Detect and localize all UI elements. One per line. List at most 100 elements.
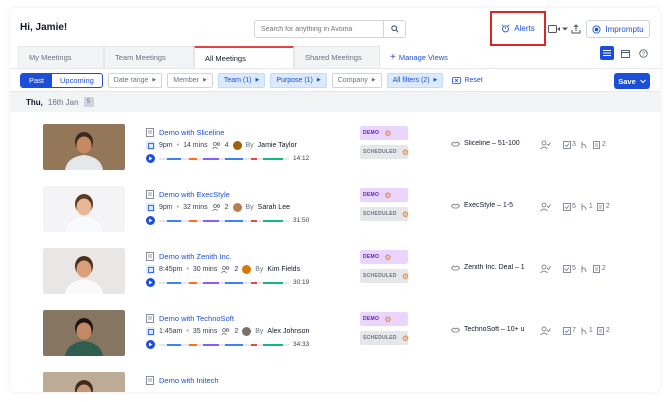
list-view-button[interactable]: [600, 46, 614, 60]
upload-button[interactable]: [570, 22, 582, 36]
member-filter[interactable]: Member ▶: [167, 72, 213, 88]
timeline-track[interactable]: [159, 343, 289, 346]
notes-stat[interactable]: 2: [593, 264, 606, 273]
play-button[interactable]: [146, 340, 155, 349]
scheduled-tag[interactable]: SCHEDULED ⚙: [360, 331, 410, 345]
meeting-row[interactable]: Demo with Zenith Inc. 8:45pm • 30 mins 2…: [10, 236, 660, 298]
all-filters-button[interactable]: All filters (2) ▶: [386, 72, 444, 88]
separator-dot: •: [186, 266, 189, 273]
save-button[interactable]: Save: [614, 73, 650, 89]
meeting-title[interactable]: Demo with Initech: [159, 376, 219, 385]
team-filter[interactable]: Team (1) ▶: [217, 72, 266, 88]
date-range-filter[interactable]: Date range ▶: [107, 72, 163, 88]
timeline-track[interactable]: [159, 219, 289, 222]
notes-stat[interactable]: 2: [593, 140, 606, 149]
host-avatar: [232, 203, 242, 212]
search-box[interactable]: [254, 20, 406, 38]
meeting-title[interactable]: Demo with ExecStyle: [159, 190, 230, 199]
scheduled-tag-label: SCHEDULED: [363, 335, 397, 341]
deal-link[interactable]: ExecStyle – 1-5: [451, 202, 533, 209]
meeting-title[interactable]: Demo with TechnoSoft: [159, 314, 234, 323]
recording-timeline: 31:50: [146, 216, 309, 225]
scheduled-tag[interactable]: SCHEDULED ⚙: [360, 207, 409, 221]
notes-stat[interactable]: 2: [596, 326, 610, 335]
meeting-title-row: Demo with Sliceline: [146, 128, 224, 137]
date-group-header: Thu, 16th Jan 5: [10, 92, 660, 112]
tab-all-meetings[interactable]: All Meetings: [194, 46, 294, 68]
company-filter[interactable]: Company ▶: [331, 72, 382, 88]
tab-my-meetings[interactable]: My Meetings: [18, 46, 104, 68]
notes-stat[interactable]: 2: [596, 202, 610, 211]
purpose-filter[interactable]: Purpose (1) ▶: [270, 72, 327, 88]
calendar-icon: [146, 203, 155, 212]
notes-count: 2: [601, 265, 606, 272]
help-button[interactable]: ?: [636, 46, 650, 60]
filter-bar: Past Upcoming Date range ▶ Member ▶ Team (…: [10, 68, 660, 92]
tasks-stat[interactable]: 5: [563, 202, 576, 211]
deal-link[interactable]: Zenith Inc. Deal – 1: [451, 264, 533, 271]
manage-views-button[interactable]: + Manage Views: [380, 46, 448, 68]
play-button[interactable]: [146, 278, 155, 287]
play-button[interactable]: [146, 154, 155, 163]
meeting-row[interactable]: Demo with Sliceline 9pm • 14 mins 4 By J…: [10, 112, 660, 174]
caret-right-icon: ▶: [255, 77, 260, 83]
reset-button[interactable]: Reset: [448, 77, 483, 84]
tab-team-meetings[interactable]: Team Meetings: [104, 46, 194, 68]
demo-tag[interactable]: DEMO ⚙: [360, 250, 408, 264]
meeting-title[interactable]: Demo with Zenith Inc.: [159, 252, 232, 261]
play-button[interactable]: [146, 216, 155, 225]
meeting-thumbnail[interactable]: [43, 186, 125, 232]
scheduled-tag[interactable]: SCHEDULED ⚙: [360, 269, 409, 283]
meeting-thumbnail[interactable]: [43, 310, 125, 356]
meeting-thumbnail[interactable]: [43, 372, 125, 392]
host-avatar: [242, 265, 252, 274]
past-toggle[interactable]: Past: [21, 73, 53, 87]
checkbox-icon: [563, 140, 571, 149]
tasks-stat[interactable]: 3: [563, 140, 576, 149]
attendee-count: 2: [234, 266, 239, 273]
purpose-label: Purpose (1): [276, 76, 313, 84]
timeline-track[interactable]: [159, 281, 289, 284]
tasks-stat[interactable]: 7: [563, 326, 576, 335]
by-label: By: [255, 328, 264, 335]
caret-right-icon: ▶: [152, 77, 157, 83]
followups-stat[interactable]: [580, 141, 589, 149]
scheduled-tag[interactable]: SCHEDULED ⚙: [360, 145, 409, 159]
calendar-view-button[interactable]: [618, 46, 632, 60]
followups-stat[interactable]: 1: [580, 327, 593, 335]
deal-link[interactable]: TechnoSoft – 10+ u: [451, 326, 533, 333]
search-button[interactable]: [383, 21, 405, 37]
followups-stat[interactable]: 1: [580, 203, 593, 211]
hubspot-icon: ⚙: [401, 333, 410, 343]
tab-shared-meetings[interactable]: Shared Meetings: [294, 46, 380, 68]
demo-tag[interactable]: DEMO ⚙: [360, 188, 408, 202]
scheduled-tag-label: SCHEDULED: [363, 211, 397, 217]
member-label: Member: [173, 76, 199, 84]
hubspot-icon: ⚙: [384, 190, 392, 200]
tasks-stat[interactable]: 5: [563, 264, 576, 273]
timeline-track[interactable]: [159, 157, 289, 160]
meeting-row[interactable]: Demo with Initech: [10, 360, 660, 392]
calendar-icon: [620, 49, 630, 58]
meeting-thumbnail[interactable]: [43, 248, 125, 294]
meeting-title[interactable]: Demo with Sliceline: [159, 128, 224, 137]
caret-right-icon: ▶: [202, 77, 207, 83]
notes-edit-icon: [596, 326, 604, 335]
impromptu-button[interactable]: Impromptu: [586, 20, 650, 38]
by-label: By: [245, 142, 254, 149]
meeting-row[interactable]: Demo with TechnoSoft 1:45am • 35 mins 2 …: [10, 298, 660, 360]
meeting-row[interactable]: Demo with ExecStyle 9pm • 32 mins 2 By S…: [10, 174, 660, 236]
upcoming-toggle[interactable]: Upcoming: [52, 74, 102, 87]
meeting-thumbnail[interactable]: [43, 124, 125, 170]
date-day: Thu,: [26, 97, 43, 107]
demo-tag[interactable]: DEMO ⚙: [360, 312, 408, 326]
search-input[interactable]: [255, 22, 383, 36]
app-frame: Hi, Jamie! Alerts Impromptu My Meetings …: [10, 8, 660, 392]
deal-link[interactable]: Sliceline – 51-100: [451, 140, 533, 147]
demo-tag[interactable]: DEMO ⚙: [360, 126, 408, 140]
alerts-button[interactable]: Alerts: [490, 11, 546, 46]
followups-stat[interactable]: [580, 265, 589, 273]
video-dropdown-button[interactable]: [548, 22, 568, 36]
host-name: Kim Fields: [267, 266, 301, 273]
checkbox-icon: [563, 326, 571, 335]
